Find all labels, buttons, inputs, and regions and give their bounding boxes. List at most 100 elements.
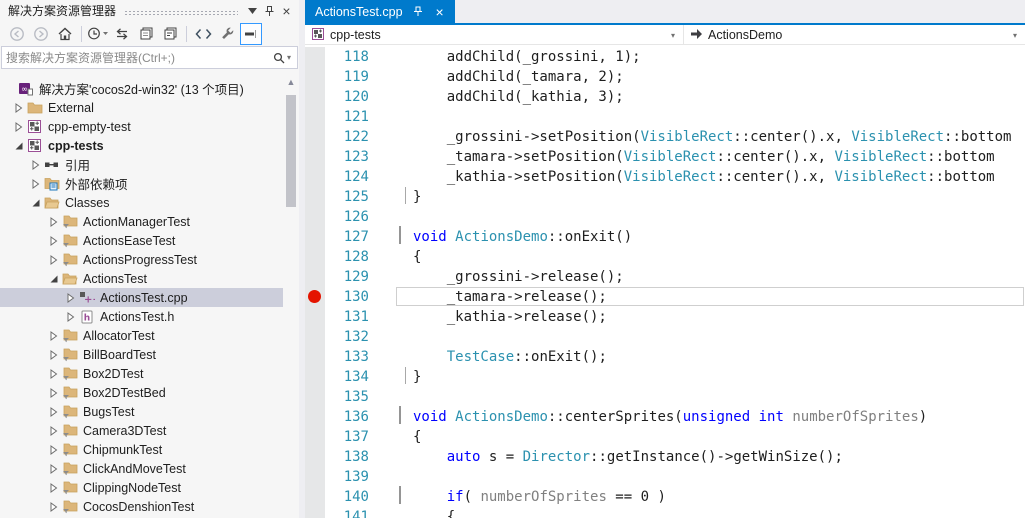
properties-pages-icon[interactable] bbox=[135, 23, 157, 45]
history-icon[interactable] bbox=[87, 23, 109, 45]
tree-item-clickandmovetest[interactable]: ClickAndMoveTest bbox=[0, 459, 283, 478]
tree-collapsed-arrow-icon[interactable] bbox=[46, 328, 61, 343]
tree-item-actionseasetest[interactable]: ActionsEaseTest bbox=[0, 231, 283, 250]
tree-collapsed-arrow-icon[interactable] bbox=[28, 176, 43, 191]
tree-collapsed-arrow-icon[interactable] bbox=[11, 119, 26, 134]
tree-item-actionstest-h[interactable]: hActionsTest.h bbox=[0, 307, 283, 326]
code-line-138[interactable]: 138 auto s = Director::getInstance()->ge… bbox=[305, 447, 1025, 467]
code-line-125[interactable]: 125} bbox=[305, 187, 1025, 207]
tree-collapsed-arrow-icon[interactable] bbox=[46, 442, 61, 457]
panel-drag-handle[interactable] bbox=[124, 10, 238, 16]
code-line-134[interactable]: 134} bbox=[305, 367, 1025, 387]
tab-actionstest-cpp[interactable]: ActionsTest.cpp × bbox=[305, 0, 455, 23]
tree-item-label: BugsTest bbox=[83, 405, 134, 419]
tree-item-classes[interactable]: Classes bbox=[0, 193, 283, 212]
tree-expanded-arrow-icon[interactable] bbox=[11, 138, 26, 153]
show-all-files-icon[interactable] bbox=[159, 23, 181, 45]
back-icon[interactable] bbox=[6, 23, 28, 45]
tree-item-actionsprogresstest[interactable]: ActionsProgressTest bbox=[0, 250, 283, 269]
code-line-122[interactable]: 122 _grossini->setPosition(VisibleRect::… bbox=[305, 127, 1025, 147]
fold-collapse-icon[interactable] bbox=[399, 407, 413, 427]
tree-item-bugstest[interactable]: BugsTest bbox=[0, 402, 283, 421]
code-line-136[interactable]: 136void ActionsDemo::centerSprites(unsig… bbox=[305, 407, 1025, 427]
forward-icon[interactable] bbox=[30, 23, 52, 45]
tree-collapsed-arrow-icon[interactable] bbox=[46, 347, 61, 362]
tree-collapsed-arrow-icon[interactable] bbox=[46, 423, 61, 438]
preview-selected-items-icon[interactable] bbox=[240, 23, 262, 45]
tree-item-clippingnodetest[interactable]: ClippingNodeTest bbox=[0, 478, 283, 497]
code-line-127[interactable]: 127void ActionsDemo::onExit() bbox=[305, 227, 1025, 247]
tree-collapsed-arrow-icon[interactable] bbox=[46, 499, 61, 514]
pin-icon[interactable] bbox=[261, 3, 278, 19]
tree-item-cocos2d-win32-13[interactable]: ∞解决方案'cocos2d-win32' (13 个项目) bbox=[0, 79, 283, 98]
code-line-126[interactable]: 126 bbox=[305, 207, 1025, 227]
tree-item-label: External bbox=[48, 101, 94, 115]
code-line-123[interactable]: 123 _tamara->setPosition(VisibleRect::ce… bbox=[305, 147, 1025, 167]
code-line-131[interactable]: 131 _kathia->release(); bbox=[305, 307, 1025, 327]
tree-item-row-4[interactable]: 引用 bbox=[0, 155, 283, 174]
code-line-140[interactable]: 140 if( numberOfSprites == 0 ) bbox=[305, 487, 1025, 507]
properties-wrench-icon[interactable] bbox=[216, 23, 238, 45]
tree-item-actionstest-cpp[interactable]: ++ActionsTest.cpp bbox=[0, 288, 283, 307]
tree-collapsed-arrow-icon[interactable] bbox=[46, 252, 61, 267]
tree-item-box2dtestbed[interactable]: Box2DTestBed bbox=[0, 383, 283, 402]
scrollbar-up-icon[interactable]: ▲ bbox=[285, 77, 297, 87]
code-text: _kathia->release(); bbox=[413, 307, 607, 327]
tree-item-external[interactable]: External bbox=[0, 98, 283, 117]
code-line-124[interactable]: 124 _kathia->setPosition(VisibleRect::ce… bbox=[305, 167, 1025, 187]
scrollbar-thumb[interactable] bbox=[286, 95, 296, 207]
window-position-icon[interactable] bbox=[244, 3, 261, 19]
view-code-icon[interactable] bbox=[192, 23, 214, 45]
tree-collapsed-arrow-icon[interactable] bbox=[63, 290, 78, 305]
code-line-118[interactable]: 118 addChild(_grossini, 1); bbox=[305, 47, 1025, 67]
code-line-133[interactable]: 133 TestCase::onExit(); bbox=[305, 347, 1025, 367]
tree-item-chipmunktest[interactable]: ChipmunkTest bbox=[0, 440, 283, 459]
fold-collapse-icon[interactable] bbox=[399, 227, 413, 247]
code-line-141[interactable]: 141 { bbox=[305, 507, 1025, 518]
tree-item-actionmanagertest[interactable]: ActionManagerTest bbox=[0, 212, 283, 231]
tree-collapsed-arrow-icon[interactable] bbox=[28, 157, 43, 172]
code-line-139[interactable]: 139 bbox=[305, 467, 1025, 487]
code-line-121[interactable]: 121 bbox=[305, 107, 1025, 127]
code-line-129[interactable]: 129 _grossini->release(); bbox=[305, 267, 1025, 287]
tree-expanded-arrow-icon[interactable] bbox=[28, 195, 43, 210]
explorer-scrollbar[interactable]: ▲ bbox=[283, 69, 299, 518]
fold-collapse-icon[interactable] bbox=[399, 487, 413, 507]
code-line-130[interactable]: 130 _tamara->release(); bbox=[305, 287, 1025, 307]
project-dropdown[interactable]: cpp-tests ▾ bbox=[305, 25, 684, 45]
tree-collapsed-arrow-icon[interactable] bbox=[46, 233, 61, 248]
tree-expanded-arrow-icon[interactable] bbox=[46, 271, 61, 286]
close-icon[interactable]: × bbox=[278, 3, 295, 19]
pin-icon[interactable] bbox=[411, 5, 425, 19]
tree-item-row-5[interactable]: 外部依赖项 bbox=[0, 174, 283, 193]
tree-item-cocosdenshiontest[interactable]: CocosDenshionTest bbox=[0, 497, 283, 516]
home-icon[interactable] bbox=[54, 23, 76, 45]
tree-collapsed-arrow-icon[interactable] bbox=[46, 366, 61, 381]
tree-item-camera3dtest[interactable]: Camera3DTest bbox=[0, 421, 283, 440]
tree-item-actionstest[interactable]: ActionsTest bbox=[0, 269, 283, 288]
search-icon[interactable]: ▾ bbox=[267, 52, 297, 64]
tree-item-allocatortest[interactable]: AllocatorTest bbox=[0, 326, 283, 345]
code-line-119[interactable]: 119 addChild(_tamara, 2); bbox=[305, 67, 1025, 87]
tree-collapsed-arrow-icon[interactable] bbox=[11, 100, 26, 115]
code-line-137[interactable]: 137{ bbox=[305, 427, 1025, 447]
close-icon[interactable]: × bbox=[433, 5, 447, 19]
tree-collapsed-arrow-icon[interactable] bbox=[46, 404, 61, 419]
member-dropdown[interactable]: ActionsDemo ▾ bbox=[684, 25, 1025, 45]
breakpoint-icon[interactable] bbox=[308, 290, 321, 303]
tree-collapsed-arrow-icon[interactable] bbox=[63, 309, 78, 324]
tree-item-cpp-tests[interactable]: cpp-tests bbox=[0, 136, 283, 155]
tree-item-billboardtest[interactable]: BillBoardTest bbox=[0, 345, 283, 364]
code-line-135[interactable]: 135 bbox=[305, 387, 1025, 407]
tree-collapsed-arrow-icon[interactable] bbox=[46, 480, 61, 495]
tree-item-box2dtest[interactable]: Box2DTest bbox=[0, 364, 283, 383]
tree-collapsed-arrow-icon[interactable] bbox=[46, 461, 61, 476]
sync-with-active-document-icon[interactable] bbox=[111, 23, 133, 45]
tree-collapsed-arrow-icon[interactable] bbox=[46, 385, 61, 400]
code-line-132[interactable]: 132 bbox=[305, 327, 1025, 347]
code-line-128[interactable]: 128{ bbox=[305, 247, 1025, 267]
tree-item-cpp-empty-test[interactable]: cpp-empty-test bbox=[0, 117, 283, 136]
search-input[interactable] bbox=[2, 48, 267, 67]
code-line-120[interactable]: 120 addChild(_kathia, 3); bbox=[305, 87, 1025, 107]
tree-collapsed-arrow-icon[interactable] bbox=[46, 214, 61, 229]
